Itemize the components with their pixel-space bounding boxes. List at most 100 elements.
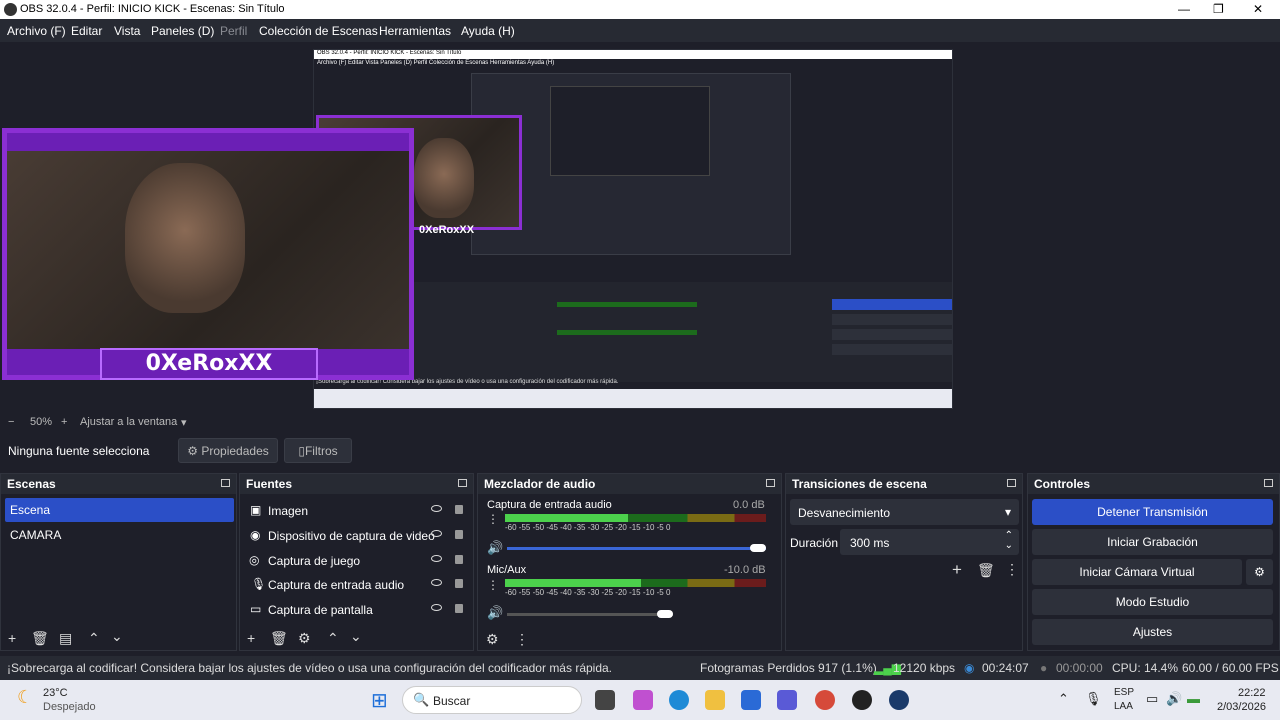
nested-banner: 0XeRoxXX [419, 224, 475, 236]
eye-icon[interactable] [431, 530, 442, 537]
eye-icon[interactable] [431, 579, 442, 586]
menu-perfil[interactable]: Perfil [220, 24, 247, 38]
move-up-icon[interactable]: ⌃ [88, 630, 100, 647]
microphone-icon[interactable]: 🎙 [1085, 691, 1102, 707]
maximize-button[interactable]: ❐ [1213, 2, 1224, 16]
speaker-icon[interactable]: 🔊 [487, 605, 503, 621]
gear-icon[interactable]: ⚙ [298, 630, 311, 647]
menu-archivo[interactable]: Archivo (F) [7, 24, 66, 38]
kebab-icon[interactable]: ⋮ [1005, 561, 1019, 578]
source-item[interactable]: ◎ Captura de juego [244, 548, 469, 572]
windows-start-icon[interactable]: ⊞ [371, 688, 388, 713]
outlook-icon[interactable] [741, 690, 761, 710]
volume-slider[interactable] [507, 613, 673, 616]
studio-mode-button[interactable]: Modo Estudio [1032, 589, 1273, 615]
dropped-frames: Fotogramas Perdidos 917 (1.1%) [700, 661, 877, 675]
lock-icon[interactable] [455, 505, 463, 514]
transitions-title: Transiciones de escena [792, 477, 927, 491]
undock-icon[interactable] [1007, 479, 1016, 487]
lock-icon[interactable] [455, 604, 463, 613]
undock-icon[interactable] [1264, 479, 1273, 487]
volume-slider-knob[interactable] [750, 544, 766, 552]
eye-icon[interactable] [431, 505, 442, 512]
source-item[interactable]: 🎙 Captura de entrada audio [244, 572, 469, 596]
add-icon[interactable]: + [247, 630, 255, 646]
add-icon[interactable]: + [8, 630, 16, 646]
trash-icon[interactable]: 🗑 [977, 562, 995, 579]
trash-icon[interactable]: 🗑 [270, 630, 288, 647]
volume-icon[interactable]: 🔊 [1166, 691, 1182, 707]
eye-icon[interactable] [431, 555, 442, 562]
menu-coleccion[interactable]: Colección de Escenas [259, 24, 378, 38]
language-code[interactable]: ESP [1114, 687, 1134, 698]
zoom-in-button[interactable]: + [61, 416, 67, 428]
window-title: OBS 32.0.4 - Perfil: INICIO KICK - Escen… [20, 3, 285, 15]
source-item[interactable]: ◉ Dispositivo de captura de video [244, 523, 469, 547]
filters-button[interactable]: ▯Filtros [284, 438, 352, 463]
gamepad-icon: ◎ [249, 553, 260, 567]
task-view-icon[interactable] [595, 690, 615, 710]
status-bar: ¡Sobrecarga al codificar! Considera baja… [0, 656, 1280, 680]
teams-icon[interactable] [777, 690, 797, 710]
move-down-icon[interactable]: ⌄ [350, 628, 362, 645]
source-item[interactable]: ▣ Imagen [244, 498, 469, 522]
volume-slider[interactable] [507, 547, 766, 550]
menu-editar[interactable]: Editar [71, 24, 102, 38]
edge-icon[interactable] [669, 690, 689, 710]
kebab-icon[interactable]: ⋮ [515, 631, 529, 648]
steam-icon[interactable] [889, 690, 909, 710]
undock-icon[interactable] [458, 479, 467, 487]
settings-button[interactable]: Ajustes [1032, 619, 1273, 645]
gear-icon[interactable]: ⚙ [1246, 559, 1273, 585]
menu-vista[interactable]: Vista [114, 24, 140, 38]
source-item[interactable]: ▭ Captura de pantalla [244, 597, 469, 621]
transition-select[interactable]: Desvanecimiento ▾ [790, 499, 1019, 525]
chevron-down-icon[interactable]: ▾ [181, 416, 187, 429]
zoom-fit-select[interactable]: Ajustar a la ventana [80, 416, 177, 428]
undock-icon[interactable] [221, 479, 230, 487]
taskbar-search[interactable]: 🔍 Buscar [402, 686, 582, 714]
network-icon[interactable]: ▭ [1146, 691, 1158, 707]
scene-item[interactable]: Escena [5, 498, 234, 522]
obs-icon[interactable] [852, 690, 872, 710]
spin-down-icon[interactable]: ⌄ [1005, 540, 1013, 551]
close-button[interactable]: ✕ [1253, 2, 1263, 16]
kebab-icon[interactable]: ⋮ [487, 512, 499, 526]
minimize-button[interactable]: — [1178, 2, 1190, 16]
scene-item[interactable]: CAMARA [5, 523, 66, 547]
language-region[interactable]: LAA [1114, 701, 1133, 712]
speaker-icon[interactable]: 🔊 [487, 540, 503, 556]
filter-icon[interactable]: ▤ [59, 630, 72, 647]
volume-slider-knob[interactable] [657, 610, 673, 618]
kebab-icon[interactable]: ⋮ [487, 578, 499, 592]
lock-icon[interactable] [455, 530, 463, 539]
properties-button[interactable]: ⚙ Propiedades [178, 438, 278, 463]
chrome-icon[interactable] [815, 690, 835, 710]
eye-icon[interactable] [431, 604, 442, 611]
lock-icon[interactable] [455, 555, 463, 564]
webcam-face [125, 163, 245, 313]
file-explorer-icon[interactable] [705, 690, 725, 710]
menu-ayuda[interactable]: Ayuda (H) [461, 24, 515, 38]
volume-meter-level [505, 514, 628, 522]
move-down-icon[interactable]: ⌄ [111, 628, 123, 645]
chevron-up-icon[interactable]: ⌃ [1058, 691, 1069, 707]
add-icon[interactable]: + [952, 560, 962, 580]
clock-time[interactable]: 22:22 [1238, 687, 1266, 699]
start-virtual-camera-button[interactable]: Iniciar Cámara Virtual [1032, 559, 1242, 585]
zoom-out-button[interactable]: − [8, 416, 14, 428]
duration-spinbox[interactable]: 300 ms ⌃ ⌄ [840, 529, 1019, 555]
battery-icon[interactable]: ▬ [1187, 691, 1200, 706]
copilot-icon[interactable] [633, 690, 653, 710]
undock-icon[interactable] [766, 479, 775, 487]
clock-date[interactable]: 2/03/2026 [1217, 701, 1266, 713]
trash-icon[interactable]: 🗑 [31, 630, 49, 647]
lock-icon[interactable] [455, 579, 463, 588]
gear-icon[interactable]: ⚙ [486, 631, 499, 648]
start-recording-button[interactable]: Iniciar Grabación [1032, 529, 1273, 555]
menu-herramientas[interactable]: Herramientas [379, 24, 451, 38]
menu-paneles[interactable]: Paneles (D) [151, 24, 214, 38]
stop-stream-button[interactable]: Detener Transmisión [1032, 499, 1273, 525]
nested-control-button [832, 344, 952, 355]
move-up-icon[interactable]: ⌃ [327, 630, 339, 647]
